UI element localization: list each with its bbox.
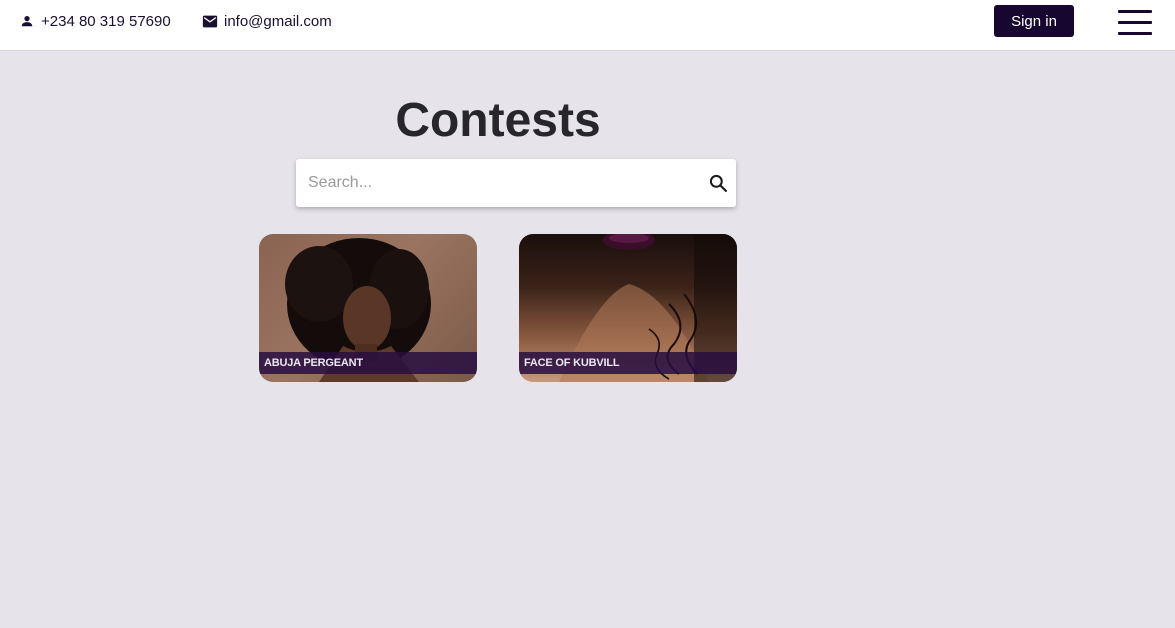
email-address: info@gmail.com	[224, 12, 332, 30]
menu-line	[1118, 32, 1152, 35]
hamburger-menu-icon[interactable]	[1118, 8, 1152, 36]
menu-line	[1118, 21, 1152, 24]
contest-card[interactable]: FACE OF KUBVILL	[519, 234, 737, 382]
email-contact: info@gmail.com	[202, 0, 332, 42]
mail-icon	[202, 13, 218, 29]
search-bar	[296, 159, 736, 207]
sign-in-button[interactable]: Sign in	[994, 5, 1074, 37]
contest-card-label: FACE OF KUBVILL	[519, 352, 737, 374]
person-icon	[19, 13, 35, 29]
page-title: Contests	[395, 94, 601, 147]
phone-contact: +234 80 319 57690	[19, 0, 171, 42]
phone-number: +234 80 319 57690	[41, 12, 171, 30]
contest-card[interactable]: ABUJA PERGEANT	[259, 234, 477, 382]
top-bar: +234 80 319 57690 info@gmail.com Sign in	[0, 0, 1175, 51]
menu-line	[1118, 10, 1152, 13]
search-input[interactable]	[296, 159, 696, 207]
contest-card-label: ABUJA PERGEANT	[259, 352, 477, 374]
search-icon[interactable]	[706, 171, 730, 195]
